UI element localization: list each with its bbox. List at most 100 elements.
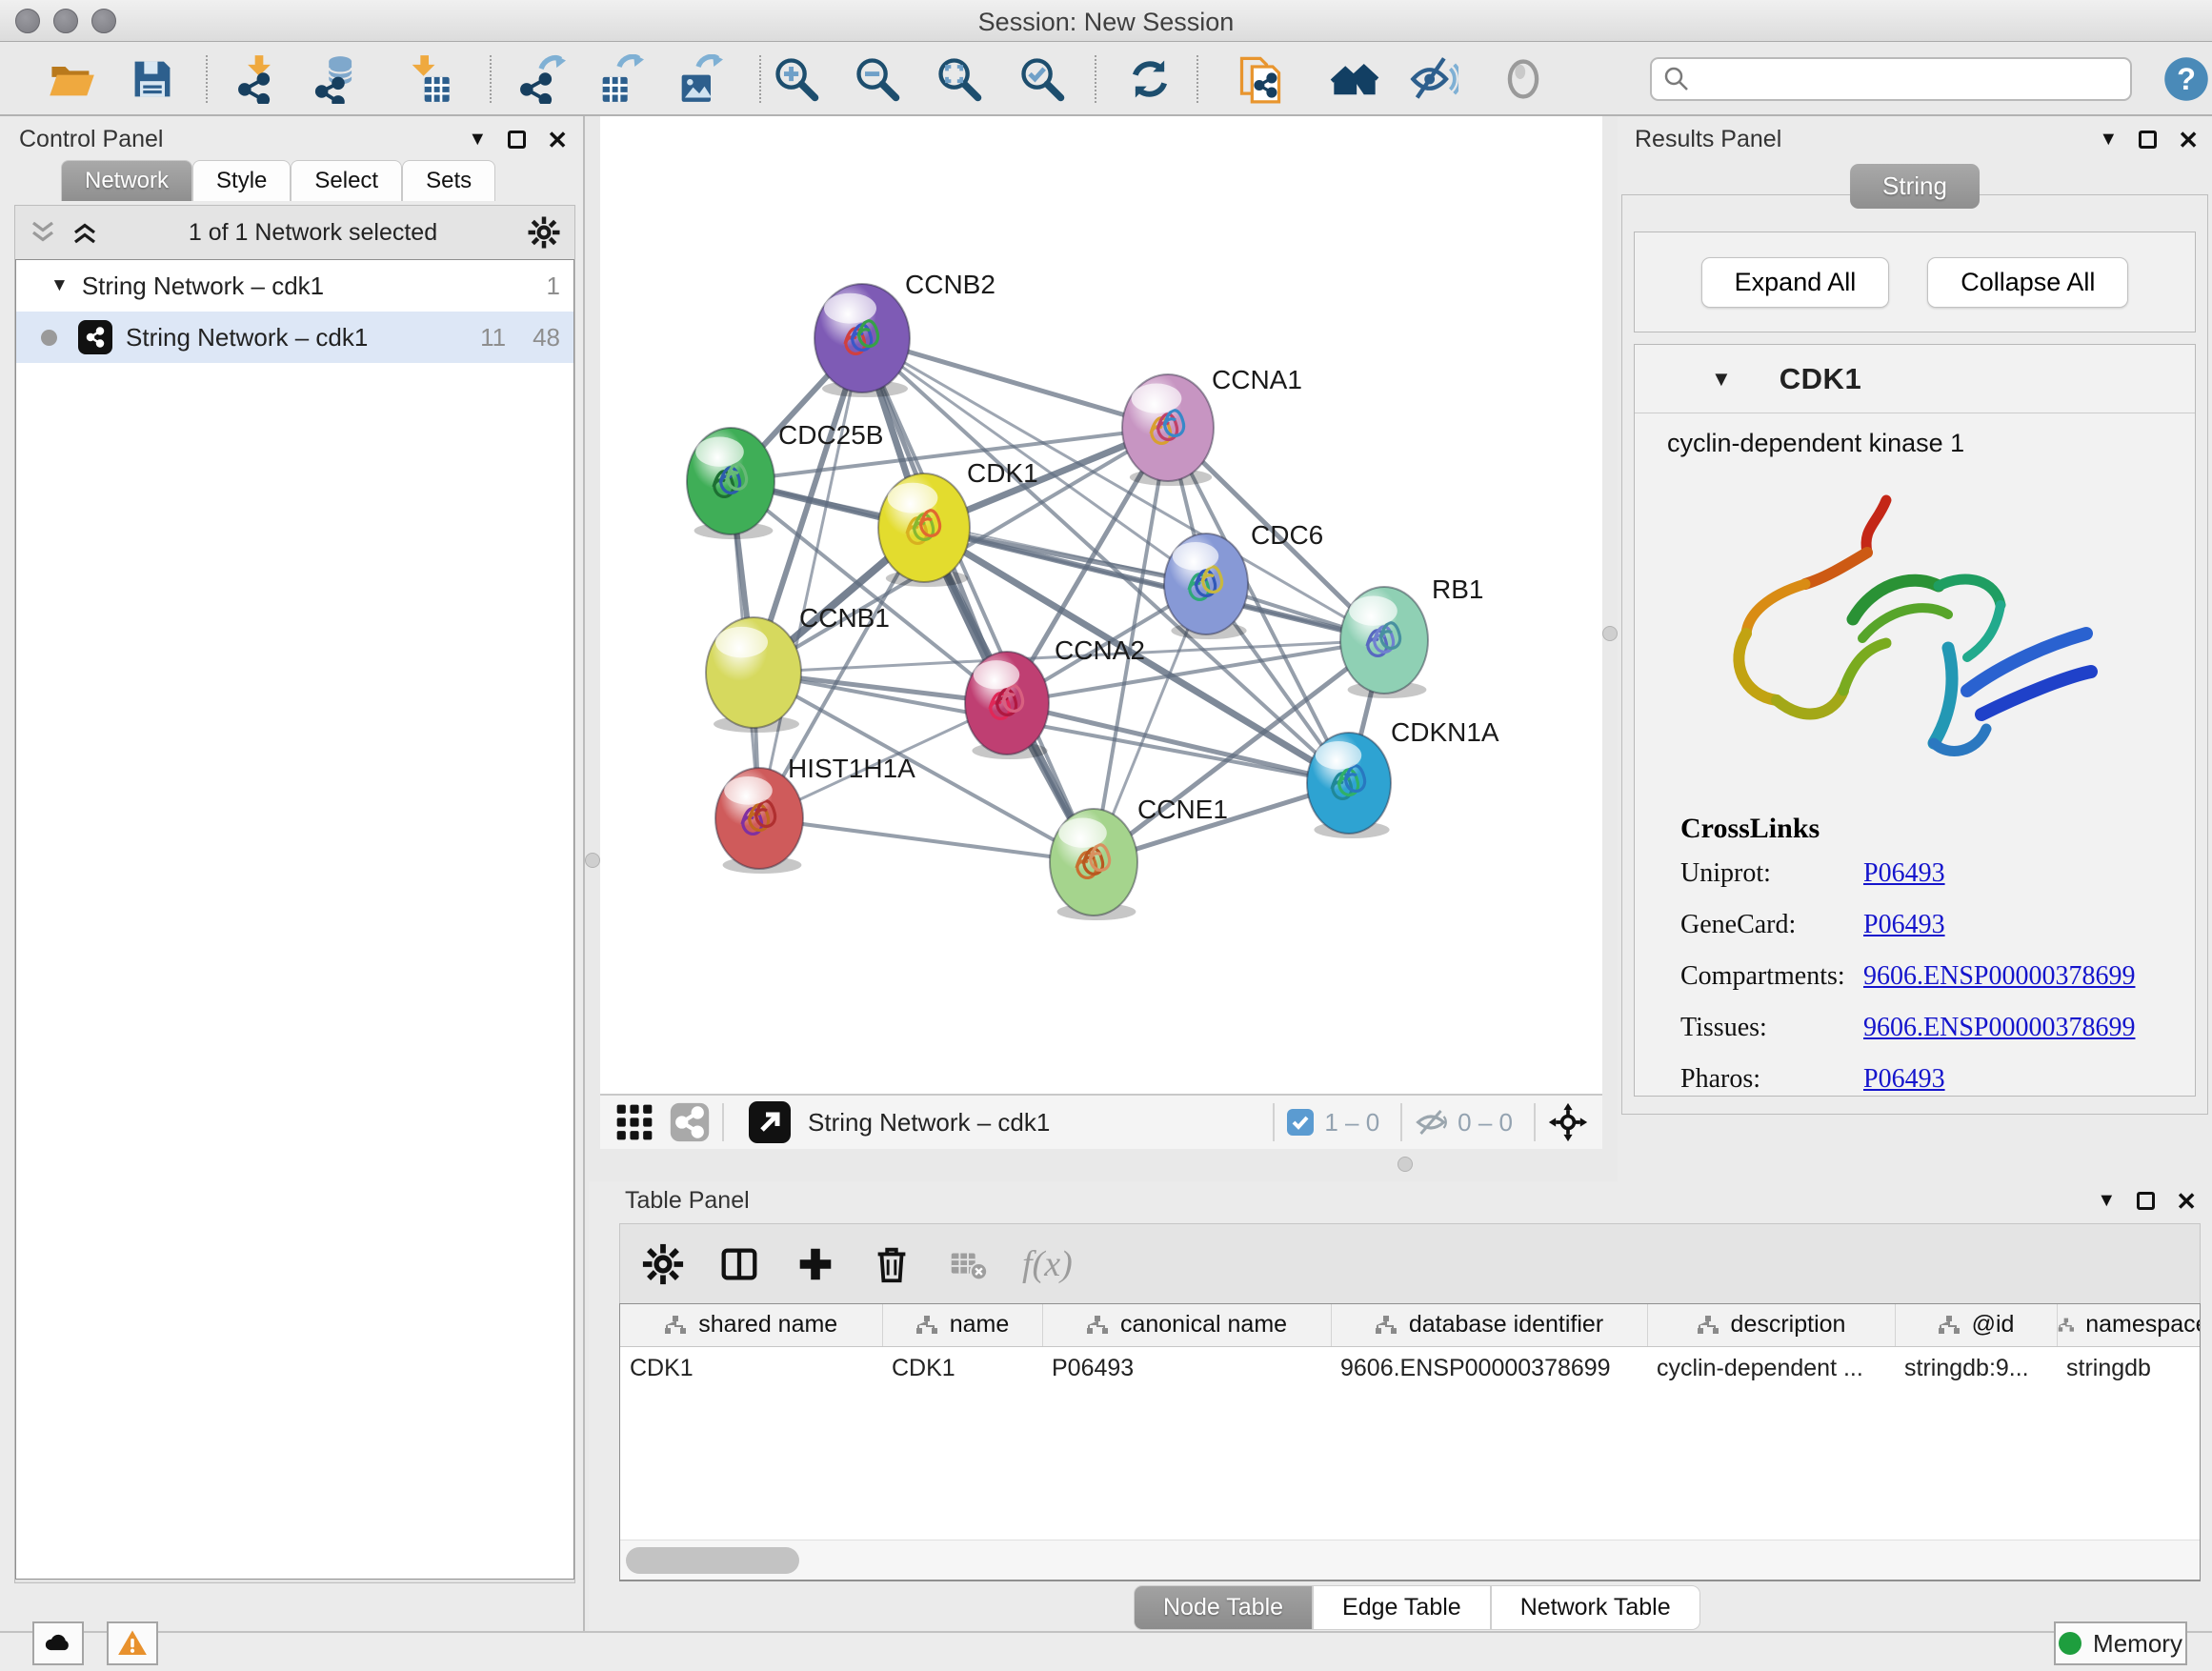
network-view[interactable]: CCNB2CCNA1CDC25BCDK1CDC6RB1CCNB1CCNA2CDK… xyxy=(600,116,1602,1094)
network-graph[interactable]: CCNB2CCNA1CDC25BCDK1CDC6RB1CCNB1CCNA2CDK… xyxy=(600,116,1602,1094)
table-cell[interactable]: P06493 xyxy=(1042,1346,1331,1390)
show-columns-icon[interactable] xyxy=(717,1242,761,1286)
help-button[interactable]: ? xyxy=(2155,53,2212,107)
table-cell[interactable]: 9606.ENSP00000378699 xyxy=(1331,1346,1647,1390)
expand-all-icon[interactable] xyxy=(70,218,99,247)
node-CCNB1[interactable] xyxy=(706,617,801,733)
tab-select[interactable]: Select xyxy=(291,160,402,201)
table-row[interactable]: CDK1CDK1P064939606.ENSP00000378699cyclin… xyxy=(620,1346,2201,1390)
panel-close-icon[interactable]: ✕ xyxy=(2178,128,2199,152)
hide-selected-button[interactable] xyxy=(1402,53,1465,107)
add-icon[interactable] xyxy=(794,1242,837,1286)
open-session-button[interactable] xyxy=(40,53,103,107)
collapse-all-icon[interactable] xyxy=(29,218,57,247)
panel-close-icon[interactable]: ✕ xyxy=(547,128,568,152)
tab-sets[interactable]: Sets xyxy=(402,160,495,201)
node-table[interactable]: shared namenamecanonical namedatabase id… xyxy=(619,1303,2201,1581)
import-table-button[interactable] xyxy=(397,53,460,107)
zoom-fit-button[interactable] xyxy=(928,53,991,107)
crosslink-link[interactable]: 9606.ENSP00000378699 xyxy=(1863,1013,2135,1042)
panel-float-icon[interactable]: ▼ xyxy=(2099,129,2118,151)
show-hidden-button[interactable] xyxy=(1492,53,1555,107)
collapse-all-button[interactable]: Collapse All xyxy=(1927,257,2128,308)
panel-close-icon[interactable]: ✕ xyxy=(2176,1189,2197,1214)
table-cell[interactable]: CDK1 xyxy=(882,1346,1042,1390)
panel-undock-icon[interactable] xyxy=(2139,131,2157,149)
import-network-from-database-button[interactable] xyxy=(307,53,370,107)
edge-CCNB2-CCNE1[interactable] xyxy=(862,338,1094,862)
zoom-in-button[interactable] xyxy=(765,53,828,107)
node-CDKN1A[interactable] xyxy=(1307,733,1391,838)
tab-style[interactable]: Style xyxy=(192,160,291,201)
gear-icon[interactable] xyxy=(527,215,561,250)
column-header-@id[interactable]: @id xyxy=(1895,1304,2057,1346)
search-input[interactable] xyxy=(1699,66,2119,92)
tab-string[interactable]: String xyxy=(1850,164,1980,209)
warnings-button[interactable] xyxy=(107,1621,158,1665)
hidden-eye-slash-icon[interactable] xyxy=(1414,1105,1448,1139)
node-CCNA1[interactable] xyxy=(1122,374,1214,486)
import-string-button[interactable] xyxy=(1229,53,1292,107)
refresh-button[interactable] xyxy=(1118,53,1181,107)
fit-content-crosshair-icon[interactable] xyxy=(1547,1101,1589,1143)
delete-trash-icon[interactable] xyxy=(870,1242,914,1286)
node-CDC25B[interactable] xyxy=(687,428,774,539)
tab-network[interactable]: Network xyxy=(61,160,192,201)
edge-CCNA2-CDKN1A[interactable] xyxy=(1007,703,1349,783)
save-session-button[interactable] xyxy=(121,53,184,107)
table-horizontal-scrollbar[interactable] xyxy=(620,1540,2200,1580)
panel-float-icon[interactable]: ▼ xyxy=(2097,1190,2116,1212)
crosslink-link[interactable]: P06493 xyxy=(1863,910,1945,939)
gene-header[interactable]: ▼ CDK1 xyxy=(1635,345,2195,413)
tree-expand-icon[interactable]: ▼ xyxy=(50,275,69,296)
right-splitter-handle[interactable] xyxy=(1602,626,1618,641)
tab-edge-table[interactable]: Edge Table xyxy=(1313,1585,1491,1630)
node-CCNB2[interactable] xyxy=(814,284,910,397)
network-collection-row[interactable]: ▼ String Network – cdk1 1 xyxy=(16,260,573,312)
export-image-button[interactable] xyxy=(667,53,730,107)
node-HIST1H1A[interactable] xyxy=(715,768,803,874)
panel-float-icon[interactable]: ▼ xyxy=(468,129,487,151)
table-cell[interactable]: stringdb xyxy=(2057,1346,2201,1390)
column-header-description[interactable]: description xyxy=(1647,1304,1895,1346)
import-network-button[interactable] xyxy=(228,53,291,107)
table-cell[interactable]: stringdb:9... xyxy=(1895,1346,2057,1390)
export-network-button[interactable] xyxy=(510,53,573,107)
expand-all-button[interactable]: Expand All xyxy=(1701,257,1890,308)
tab-network-table[interactable]: Network Table xyxy=(1491,1585,1700,1630)
selected-checkbox-icon[interactable] xyxy=(1286,1108,1315,1137)
tab-node-table[interactable]: Node Table xyxy=(1134,1585,1313,1630)
node-CCNE1[interactable] xyxy=(1050,809,1137,920)
export-table-button[interactable] xyxy=(588,53,651,107)
scrollbar-thumb[interactable] xyxy=(626,1547,799,1574)
crosslink-link[interactable]: 9606.ENSP00000378699 xyxy=(1863,961,2135,991)
network-row[interactable]: String Network – cdk1 11 48 xyxy=(16,312,573,363)
home-button[interactable] xyxy=(1323,53,1386,107)
column-header-database-identifier[interactable]: database identifier xyxy=(1331,1304,1647,1346)
zoom-selected-button[interactable] xyxy=(1011,53,1074,107)
network-share-icon[interactable] xyxy=(669,1101,711,1143)
table-cell[interactable]: CDK1 xyxy=(620,1346,882,1390)
search-field[interactable] xyxy=(1650,57,2132,101)
node-RB1[interactable] xyxy=(1340,587,1428,698)
edge-HIST1H1A-CCNE1[interactable] xyxy=(759,818,1094,862)
edge-CCNB2-HIST1H1A[interactable] xyxy=(759,338,862,818)
birds-eye-view-button[interactable] xyxy=(749,1101,791,1143)
table-gear-icon[interactable] xyxy=(641,1242,685,1286)
column-header-shared-name[interactable]: shared name xyxy=(620,1304,882,1346)
memory-button[interactable]: Memory xyxy=(2054,1621,2187,1665)
panel-undock-icon[interactable] xyxy=(2137,1192,2155,1210)
cloud-button[interactable] xyxy=(32,1621,84,1665)
crosslink-link[interactable]: P06493 xyxy=(1863,858,1945,888)
column-header-namespace[interactable]: namespace xyxy=(2057,1304,2201,1346)
left-splitter-handle[interactable] xyxy=(585,853,600,868)
column-header-canonical-name[interactable]: canonical name xyxy=(1042,1304,1331,1346)
table-cell[interactable]: cyclin-dependent ... xyxy=(1647,1346,1895,1390)
panel-undock-icon[interactable] xyxy=(508,131,526,149)
zoom-out-button[interactable] xyxy=(846,53,909,107)
crosslink-link[interactable]: P06493 xyxy=(1863,1064,1945,1094)
grid-view-icon[interactable] xyxy=(613,1101,655,1143)
bottom-splitter-handle[interactable] xyxy=(1398,1157,1413,1172)
column-header-name[interactable]: name xyxy=(882,1304,1042,1346)
collapse-gene-icon[interactable]: ▼ xyxy=(1711,367,1732,392)
